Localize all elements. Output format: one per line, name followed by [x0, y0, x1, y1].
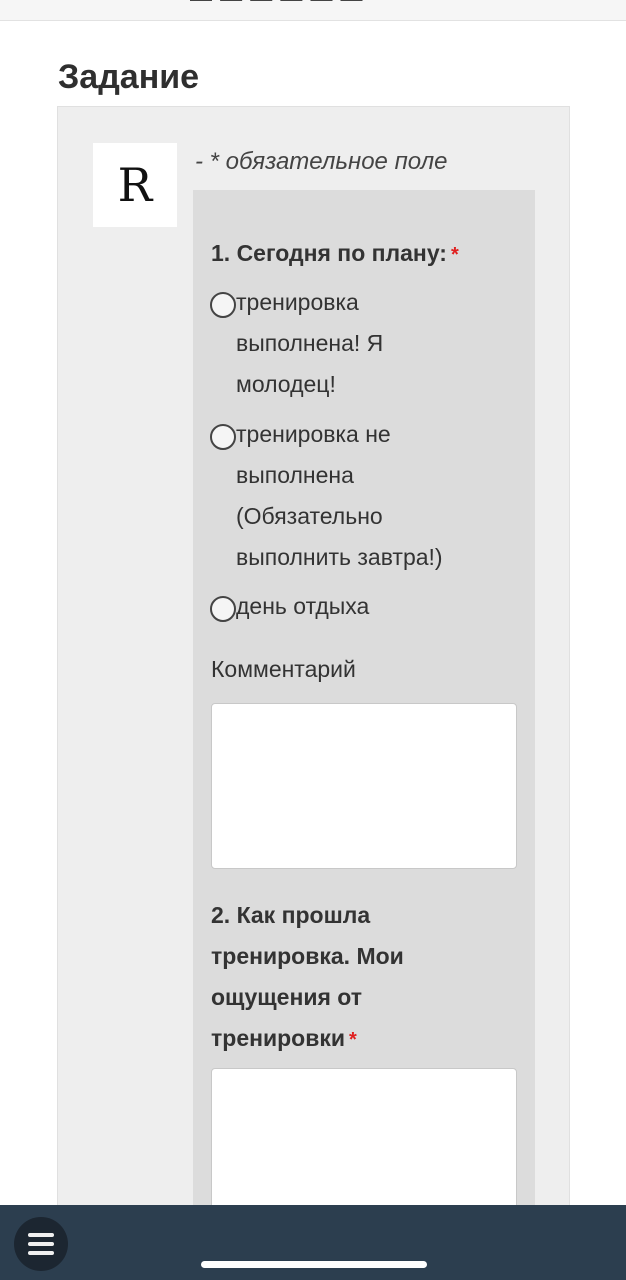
question-1-label: 1. Сегодня по плану: *	[211, 233, 459, 276]
question-1-text: 1. Сегодня по плану:	[211, 240, 447, 266]
logo: R	[93, 143, 177, 227]
radio-button[interactable]	[210, 596, 236, 622]
radio-button[interactable]	[210, 292, 236, 318]
comment-label: Комментарий	[211, 656, 356, 682]
home-indicator	[201, 1261, 427, 1268]
menu-button[interactable]	[14, 1217, 68, 1271]
logo-letter: R	[117, 158, 153, 212]
radio-button[interactable]	[210, 424, 236, 450]
required-star: *	[349, 1029, 357, 1051]
radio-option-label: день отдыха	[236, 593, 370, 619]
feelings-textarea[interactable]	[211, 1068, 517, 1218]
question-2-text: 2. Как прошла тренировка. Мои ощущения о…	[211, 902, 404, 1051]
hamburger-menu-icon	[28, 1233, 54, 1255]
radio-option-label: тренировка не выполнена (Обязательно вып…	[236, 421, 443, 570]
radio-option-label: тренировка выполнена! Я молодец!	[236, 289, 384, 397]
top-header-strip: — — — — — —	[0, 0, 626, 21]
bottom-bar	[0, 1205, 626, 1280]
required-field-note: - * обязательное поле	[195, 148, 448, 175]
required-star: *	[450, 244, 459, 266]
comment-textarea[interactable]	[211, 703, 517, 869]
page-title: Задание	[58, 58, 200, 96]
cut-off-header-text: — — — — — —	[190, 0, 364, 12]
question-2-label: 2. Как прошла тренировка. Мои ощущения о…	[211, 895, 471, 1061]
